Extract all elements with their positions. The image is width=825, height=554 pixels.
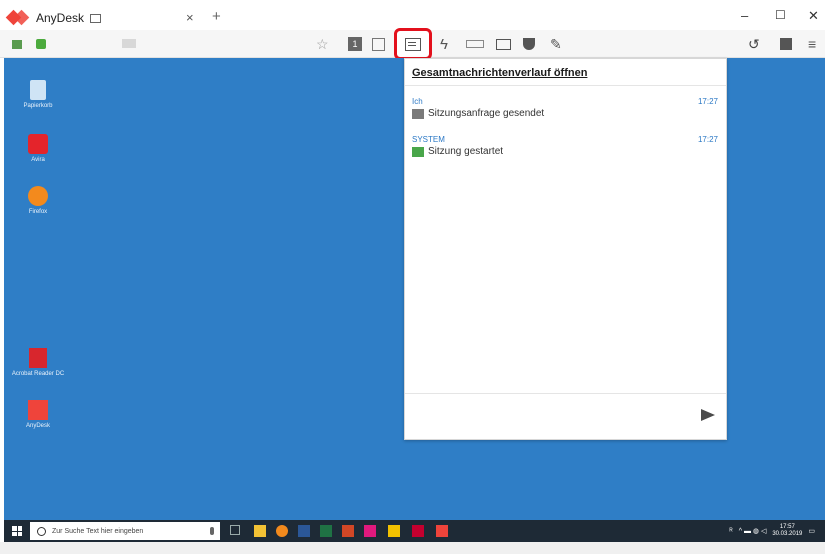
message-text: Sitzungsanfrage gesendet bbox=[428, 108, 545, 119]
people-icon[interactable]: ᴿ bbox=[730, 528, 733, 535]
anydesk-taskbar-icon[interactable] bbox=[436, 525, 448, 537]
tab-close-button[interactable]: × bbox=[186, 10, 194, 25]
screen-icon bbox=[90, 13, 102, 23]
user-icon bbox=[412, 108, 424, 119]
whiteboard-button[interactable]: ✎ bbox=[550, 35, 562, 53]
cortana-icon bbox=[37, 526, 46, 536]
menu-button[interactable]: ≡ bbox=[808, 35, 816, 53]
save-button[interactable] bbox=[780, 35, 792, 53]
word-icon[interactable] bbox=[298, 525, 310, 537]
divider bbox=[405, 85, 726, 86]
permissions-button[interactable] bbox=[523, 35, 535, 53]
message-text: Sitzung gestartet bbox=[428, 146, 504, 157]
connection-icon[interactable] bbox=[36, 39, 46, 49]
desktop-icon-label: Papierkorb bbox=[23, 103, 53, 109]
screen-icon bbox=[496, 38, 511, 50]
history-button[interactable]: ↺ bbox=[748, 35, 760, 53]
title-bar: AnyDesk × + – ☐ ✕ bbox=[0, 0, 825, 30]
whiteboard-icon: ✎ bbox=[550, 35, 562, 52]
powerpoint-icon[interactable] bbox=[342, 525, 354, 537]
chat-icon bbox=[405, 37, 421, 51]
firefox-taskbar-icon[interactable] bbox=[276, 525, 288, 537]
save-icon bbox=[780, 38, 792, 50]
desktop-icon-acrobat[interactable]: Acrobat Reader DC bbox=[12, 348, 64, 377]
transfer-button[interactable] bbox=[372, 35, 385, 53]
recycle-bin-icon bbox=[30, 80, 46, 100]
message-time: 17:27 bbox=[697, 97, 718, 106]
desktop-icon-label: Avira bbox=[31, 157, 45, 163]
address-field[interactable] bbox=[122, 39, 136, 48]
clock[interactable]: 17:57 30.03.2019 bbox=[772, 524, 802, 538]
actions-icon: ϟ bbox=[440, 35, 448, 53]
desktop-icon-label: Acrobat Reader DC bbox=[11, 371, 65, 377]
firefox-icon bbox=[28, 186, 48, 206]
close-button[interactable]: ✕ bbox=[808, 8, 819, 24]
monitor-icon[interactable] bbox=[12, 40, 22, 49]
search-placeholder: Zur Suche Text hier eingeben bbox=[52, 527, 144, 535]
clock-date: 30.03.2019 bbox=[772, 531, 803, 537]
task-view-icon[interactable] bbox=[230, 525, 240, 535]
chat-message: Ich 17:27 Sitzungsanfrage gesendet bbox=[412, 97, 718, 119]
new-tab-button[interactable]: + bbox=[212, 8, 221, 25]
anydesk-icon bbox=[28, 400, 48, 420]
message-sender: Ich bbox=[412, 97, 423, 106]
chat-panel: Gesamtnachrichtenverlauf öffnen Ich 17:2… bbox=[404, 58, 727, 440]
menu-icon: ≡ bbox=[808, 36, 817, 52]
app-icon[interactable] bbox=[412, 525, 424, 537]
monitor-check-icon bbox=[412, 146, 424, 157]
desktop-icon-recycle-bin[interactable]: Papierkorb bbox=[12, 80, 64, 109]
session-tab[interactable]: AnyDesk × bbox=[4, 6, 200, 30]
avira-icon bbox=[28, 134, 48, 154]
minimize-button[interactable]: – bbox=[741, 8, 748, 23]
chat-button[interactable] bbox=[394, 28, 432, 60]
desktop-icon-avira[interactable]: Avira bbox=[12, 134, 64, 163]
tray-icons[interactable]: ^ ▬ ◍ ◁ bbox=[739, 527, 767, 535]
permissions-icon bbox=[523, 38, 535, 50]
screen-button[interactable] bbox=[496, 35, 511, 53]
excel-icon[interactable] bbox=[320, 525, 332, 537]
chat-message: SYSTEM 17:27 Sitzung gestartet bbox=[412, 135, 718, 157]
history-icon: ↺ bbox=[748, 35, 760, 52]
desktop-icon-label: AnyDesk bbox=[25, 423, 50, 429]
desktop-icon-anydesk[interactable]: AnyDesk bbox=[12, 400, 64, 429]
chat-input[interactable] bbox=[411, 397, 691, 433]
app-icon[interactable] bbox=[364, 525, 376, 537]
windows-taskbar: Zur Suche Text hier eingeben ᴿ ^ ▬ ◍ ◁ 1… bbox=[4, 520, 825, 542]
keyboard-button[interactable] bbox=[466, 35, 484, 53]
actions-button[interactable]: ϟ bbox=[440, 35, 448, 53]
display-1-button[interactable]: 1 bbox=[348, 35, 362, 53]
maximize-button[interactable]: ☐ bbox=[775, 8, 786, 22]
window-bottom-strip bbox=[0, 542, 825, 554]
clock-time: 17:57 bbox=[779, 524, 795, 530]
divider bbox=[405, 393, 726, 394]
transfer-icon bbox=[372, 37, 385, 51]
display-1-icon: 1 bbox=[348, 37, 362, 51]
app-icon[interactable] bbox=[388, 525, 400, 537]
taskbar-search-input[interactable]: Zur Suche Text hier eingeben bbox=[30, 522, 220, 540]
anydesk-logo-icon bbox=[5, 9, 30, 26]
favorite-star-icon[interactable]: ☆ bbox=[316, 36, 329, 53]
open-history-link[interactable]: Gesamtnachrichtenverlauf öffnen bbox=[412, 67, 587, 79]
desktop-icon-firefox[interactable]: Firefox bbox=[12, 186, 64, 215]
microphone-icon[interactable] bbox=[210, 527, 214, 535]
message-time: 17:27 bbox=[697, 135, 718, 144]
desktop-icon-label: Firefox bbox=[28, 209, 48, 215]
tab-title: AnyDesk bbox=[36, 11, 85, 25]
anydesk-window: AnyDesk × + – ☐ ✕ ☆ 1 ϟ ✎ ↺ ≡ Papierkorb… bbox=[0, 0, 825, 554]
windows-start-icon[interactable] bbox=[12, 526, 22, 536]
acrobat-icon bbox=[29, 348, 47, 368]
send-icon[interactable] bbox=[701, 409, 715, 421]
explorer-icon[interactable] bbox=[254, 525, 266, 537]
notification-icon[interactable]: ▭ bbox=[808, 527, 815, 535]
keyboard-icon bbox=[466, 40, 484, 48]
system-tray: ᴿ ^ ▬ ◍ ◁ 17:57 30.03.2019 ▭ bbox=[730, 524, 815, 538]
message-sender: SYSTEM bbox=[412, 135, 445, 144]
